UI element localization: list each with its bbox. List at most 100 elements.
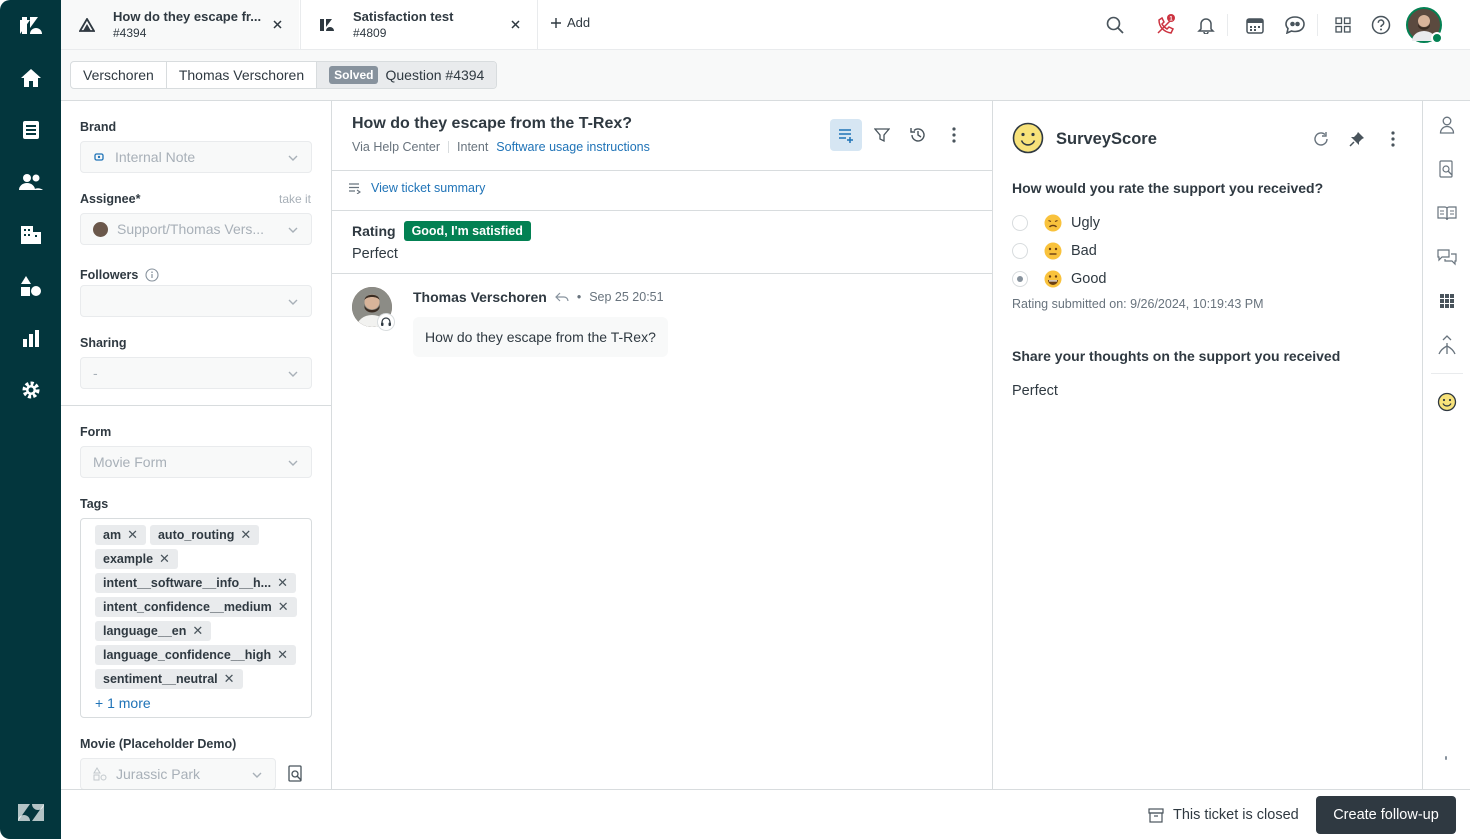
ticket-meta: Via Help Center Intent Software usage in… — [352, 140, 650, 154]
remove-tag-icon[interactable]: ✕ — [159, 551, 170, 567]
apps-grid-icon[interactable] — [1331, 13, 1355, 37]
tag[interactable]: am ✕ — [95, 525, 146, 545]
pin-icon[interactable] — [1345, 127, 1369, 151]
tags-input[interactable]: am ✕ auto_routing ✕ example ✕ intent__softwa… — [80, 518, 312, 718]
organizations-icon[interactable] — [0, 214, 61, 254]
more-options-icon[interactable] — [1381, 127, 1405, 151]
knowledge-book-icon[interactable] — [1435, 201, 1459, 225]
info-icon[interactable] — [145, 268, 159, 282]
zendesk-ticket-icon — [319, 18, 335, 32]
reporting-icon[interactable] — [0, 318, 61, 358]
product-nav — [0, 0, 61, 839]
objects-icon[interactable] — [0, 266, 61, 306]
breadcrumb-organization[interactable]: Verschoren — [71, 62, 167, 88]
chevron-down-icon — [251, 769, 263, 781]
surveyscore-app: SurveyScore How would you rate the suppo… — [992, 101, 1422, 789]
surveyscore-smiley-icon[interactable] — [1435, 390, 1459, 414]
remove-tag-icon[interactable]: ✕ — [240, 527, 251, 543]
more-options-icon[interactable] — [938, 119, 970, 151]
filter-icon[interactable] — [866, 119, 898, 151]
breadcrumb-requester[interactable]: Thomas Verschoren — [167, 62, 318, 88]
summary-icon — [348, 182, 361, 194]
movie-label: Movie (Placeholder Demo) — [80, 737, 237, 751]
customers-icon[interactable] — [0, 162, 61, 202]
record-lookup-icon[interactable] — [287, 765, 305, 783]
radio-button-selected[interactable] — [1012, 271, 1028, 287]
remove-tag-icon[interactable]: ✕ — [278, 599, 289, 615]
smiley-app-icon — [1012, 122, 1044, 154]
survey-question: How would you rate the support you recei… — [1012, 180, 1324, 196]
zendesk-logo-icon[interactable] — [0, 5, 61, 45]
divider — [448, 141, 450, 153]
tag[interactable]: example ✕ — [95, 549, 178, 569]
chat-icon[interactable] — [1283, 13, 1307, 37]
brand-select[interactable]: Internal Note — [80, 141, 312, 173]
tab-ticket-id: #4809 — [353, 25, 387, 40]
take-it-link[interactable]: take it — [279, 192, 311, 206]
search-icon[interactable] — [1103, 13, 1127, 37]
tab-ticket-id: #4394 — [113, 25, 147, 40]
form-select[interactable]: Movie Form — [80, 446, 312, 478]
calendar-icon[interactable] — [1243, 13, 1267, 37]
remove-tag-icon[interactable]: ✕ — [277, 647, 288, 663]
user-profile-icon[interactable] — [1435, 113, 1459, 137]
rating-comment: Perfect — [352, 246, 398, 262]
remove-tag-icon[interactable]: ✕ — [277, 575, 288, 591]
tab-ticket-4394[interactable]: How do they escape fr... #4394 — [61, 0, 299, 49]
tag[interactable]: sentiment__neutral ✕ — [95, 669, 243, 689]
create-follow-up-button[interactable]: Create follow-up — [1316, 796, 1456, 834]
rating-option-bad[interactable]: Bad — [1012, 242, 1097, 260]
tab-ticket-4809[interactable]: Satisfaction test #4809 — [300, 0, 538, 49]
home-icon[interactable] — [0, 58, 61, 98]
tag[interactable]: intent_confidence__medium ✕ — [95, 597, 297, 617]
remove-tag-icon[interactable]: ✕ — [127, 527, 138, 543]
remove-tag-icon[interactable]: ✕ — [192, 623, 203, 639]
phone-icon[interactable]: 1 — [1154, 13, 1178, 37]
assignee-select[interactable]: Support/Thomas Vers... — [80, 213, 312, 245]
avatar — [93, 221, 108, 237]
show-more-tags-link[interactable]: + 1 more — [95, 695, 311, 711]
add-tab-button[interactable]: Add — [551, 15, 590, 30]
knowledge-search-icon[interactable] — [1435, 157, 1459, 181]
tag[interactable]: language__en ✕ — [95, 621, 212, 641]
remove-tag-icon[interactable]: ✕ — [224, 671, 235, 687]
divider — [332, 273, 992, 274]
intent-link[interactable]: Software usage instructions — [496, 140, 650, 154]
tag-label: language__en — [103, 624, 187, 638]
tag-label: example — [103, 552, 154, 566]
view-ticket-summary-link[interactable]: View ticket summary — [348, 181, 485, 195]
close-icon[interactable] — [269, 16, 285, 32]
refresh-icon[interactable] — [1309, 127, 1333, 151]
tag[interactable]: language_confidence__high ✕ — [95, 645, 296, 665]
rating-submitted-text: Rating submitted on: 9/26/2024, 10:19:43… — [1012, 297, 1264, 311]
apps-icon[interactable] — [1435, 289, 1459, 313]
views-icon[interactable] — [0, 110, 61, 150]
conversations-icon[interactable] — [1435, 245, 1459, 269]
rating-option-good[interactable]: Good — [1012, 270, 1106, 288]
sharing-select[interactable]: - — [80, 357, 312, 389]
bell-icon[interactable] — [1194, 13, 1218, 37]
tags-label: Tags — [80, 497, 109, 511]
resize-handle[interactable] — [1445, 756, 1447, 760]
history-icon[interactable] — [902, 119, 934, 151]
close-icon[interactable] — [507, 16, 523, 32]
merge-icon[interactable] — [1435, 333, 1459, 357]
breadcrumb-ticket-label: Question #4394 — [385, 67, 485, 83]
rating-option-ugly[interactable]: Ugly — [1012, 214, 1100, 232]
tag[interactable]: auto_routing ✕ — [149, 525, 260, 545]
settings-gear-icon[interactable] — [0, 370, 61, 410]
radio-button[interactable] — [1012, 243, 1028, 259]
help-icon[interactable] — [1369, 13, 1393, 37]
breadcrumb-ticket[interactable]: Solved Question #4394 — [317, 62, 497, 88]
rating-label: Rating — [352, 223, 396, 239]
avatar[interactable] — [1406, 7, 1443, 44]
followers-select[interactable] — [80, 285, 312, 317]
zendesk-brand-icon[interactable] — [0, 792, 61, 832]
movie-select[interactable]: Jurassic Park — [80, 758, 276, 789]
radio-button[interactable] — [1012, 215, 1028, 231]
followers-label: Followers — [80, 268, 139, 282]
add-note-icon[interactable] — [830, 119, 862, 151]
message-author[interactable]: Thomas Verschoren — [413, 289, 547, 305]
tag[interactable]: intent__software__info__h... ✕ — [95, 573, 297, 593]
reply-icon — [554, 291, 569, 303]
